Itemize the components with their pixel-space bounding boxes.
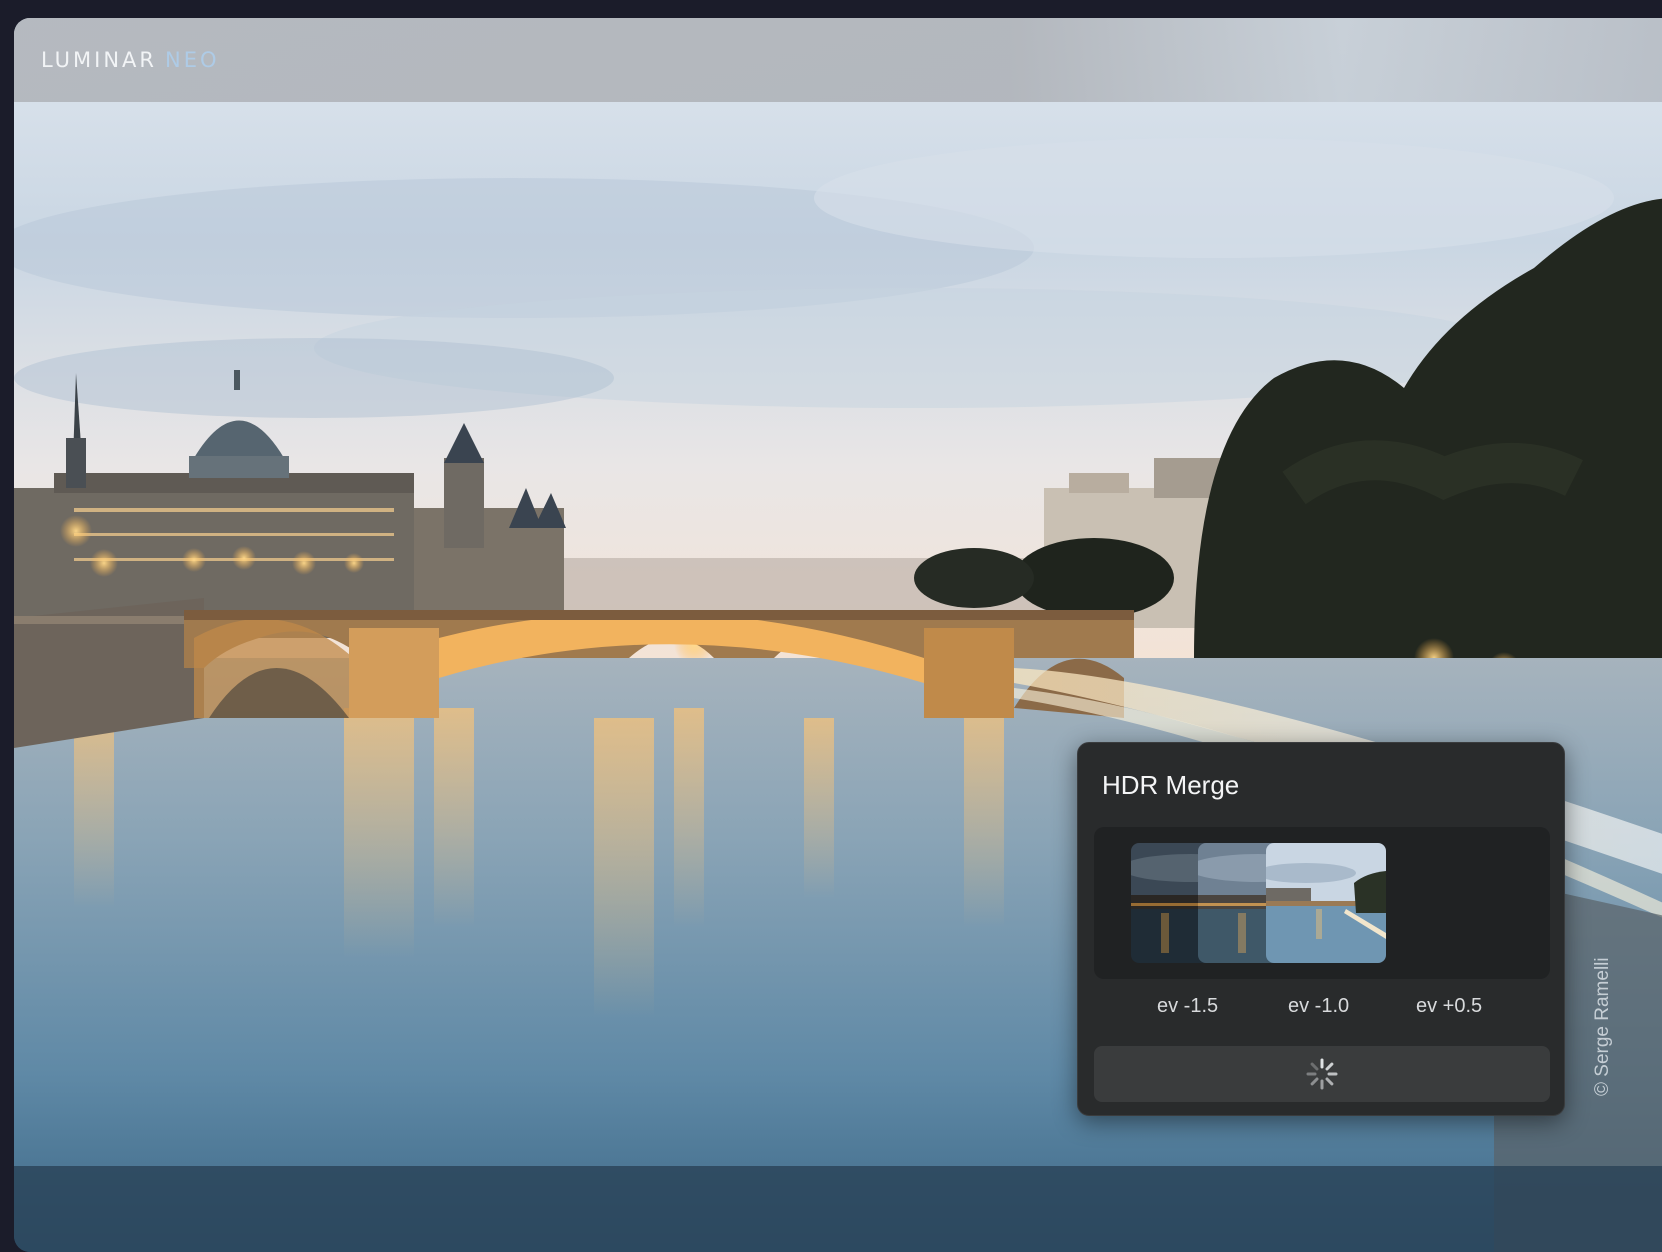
logo-luminar: LUMINAR xyxy=(41,48,158,72)
ev-label-3: ev +0.5 xyxy=(1416,995,1483,1017)
photo-credit: © Serge Ramelli xyxy=(1592,957,1613,1096)
ev-label-2: ev -1.0 xyxy=(1288,995,1350,1017)
logo-neo: NEO xyxy=(165,48,220,72)
hdr-merge-panel: HDR Merge ev -1.5 ev -1.0 ev +0.5 xyxy=(1077,742,1565,1116)
top-bar: LUMINAR NEO xyxy=(14,18,1662,102)
hdr-merge-title: HDR Merge xyxy=(1102,770,1240,800)
app-logo[interactable]: LUMINAR NEO xyxy=(41,48,220,72)
bracket-thumbnails xyxy=(1094,827,1550,979)
spinner-icon xyxy=(1306,1058,1338,1090)
bracket-image-3 xyxy=(1266,843,1386,963)
bracket-thumbnail-3[interactable] xyxy=(1266,843,1386,963)
ev-label-1: ev -1.5 xyxy=(1157,995,1219,1017)
merge-button[interactable] xyxy=(1094,1046,1550,1102)
bottom-bar xyxy=(14,1166,1662,1252)
